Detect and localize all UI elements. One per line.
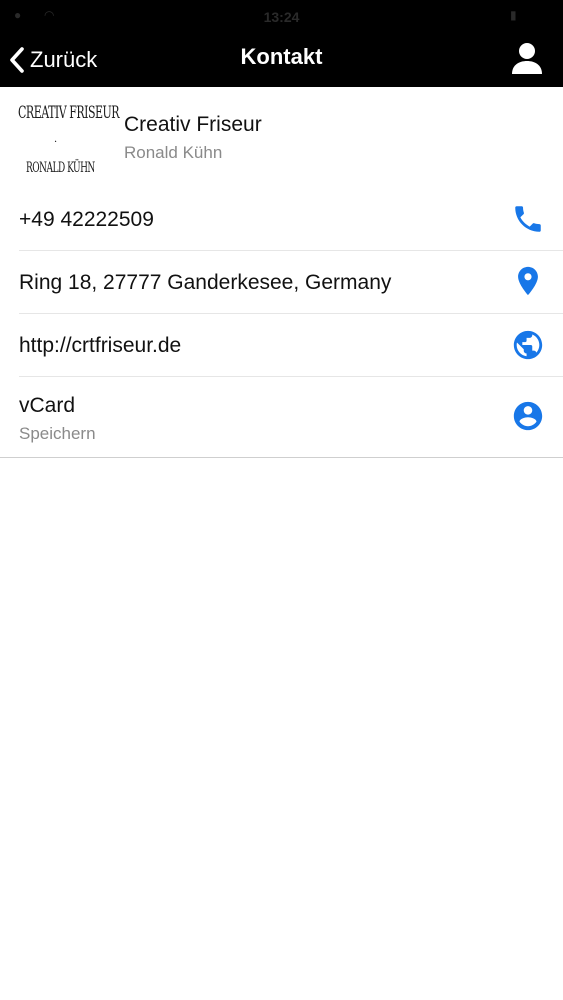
- business-name: Creativ Friseur: [124, 113, 262, 136]
- status-time: 13:24: [263, 9, 300, 25]
- logo-text-bottom: RONALD KÜHN: [26, 161, 95, 177]
- navigation-bar: Zurück Kontakt: [0, 34, 563, 87]
- vcard-title: vCard: [19, 394, 76, 417]
- logo-text-top: CREATIV FRISEUR: [18, 103, 120, 123]
- person-icon[interactable]: [509, 41, 545, 77]
- list-bottom-border: [0, 457, 563, 458]
- contact-header: CREATIV FRISEUR · RONALD KÜHN Creativ Fr…: [0, 87, 563, 188]
- map-pin-icon[interactable]: [511, 264, 545, 298]
- business-logo: CREATIV FRISEUR · RONALD KÜHN: [14, 95, 120, 181]
- address-row[interactable]: Ring 18, 27777 Ganderkesee, Germany: [0, 251, 563, 313]
- owner-name: Ronald Kühn: [124, 143, 223, 162]
- globe-icon[interactable]: [511, 328, 545, 362]
- battery-icon: ▮: [510, 8, 517, 22]
- logo-dot: ·: [54, 137, 58, 148]
- vcard-subtitle: Speichern: [19, 424, 96, 443]
- page-title: Kontakt: [240, 44, 323, 69]
- phone-icon[interactable]: [511, 202, 545, 236]
- website-row[interactable]: http://crtfriseur.de: [0, 314, 563, 376]
- website-url: http://crtfriseur.de: [19, 334, 182, 357]
- address-text: Ring 18, 27777 Ganderkesee, Germany: [19, 271, 392, 294]
- phone-row[interactable]: +49 42222509: [0, 188, 563, 250]
- vcard-row[interactable]: vCard Speichern: [0, 377, 563, 457]
- status-bar: ● ◠ 13:24 ▮: [0, 0, 563, 34]
- account-circle-icon[interactable]: [511, 399, 545, 433]
- phone-number: +49 42222509: [19, 208, 154, 231]
